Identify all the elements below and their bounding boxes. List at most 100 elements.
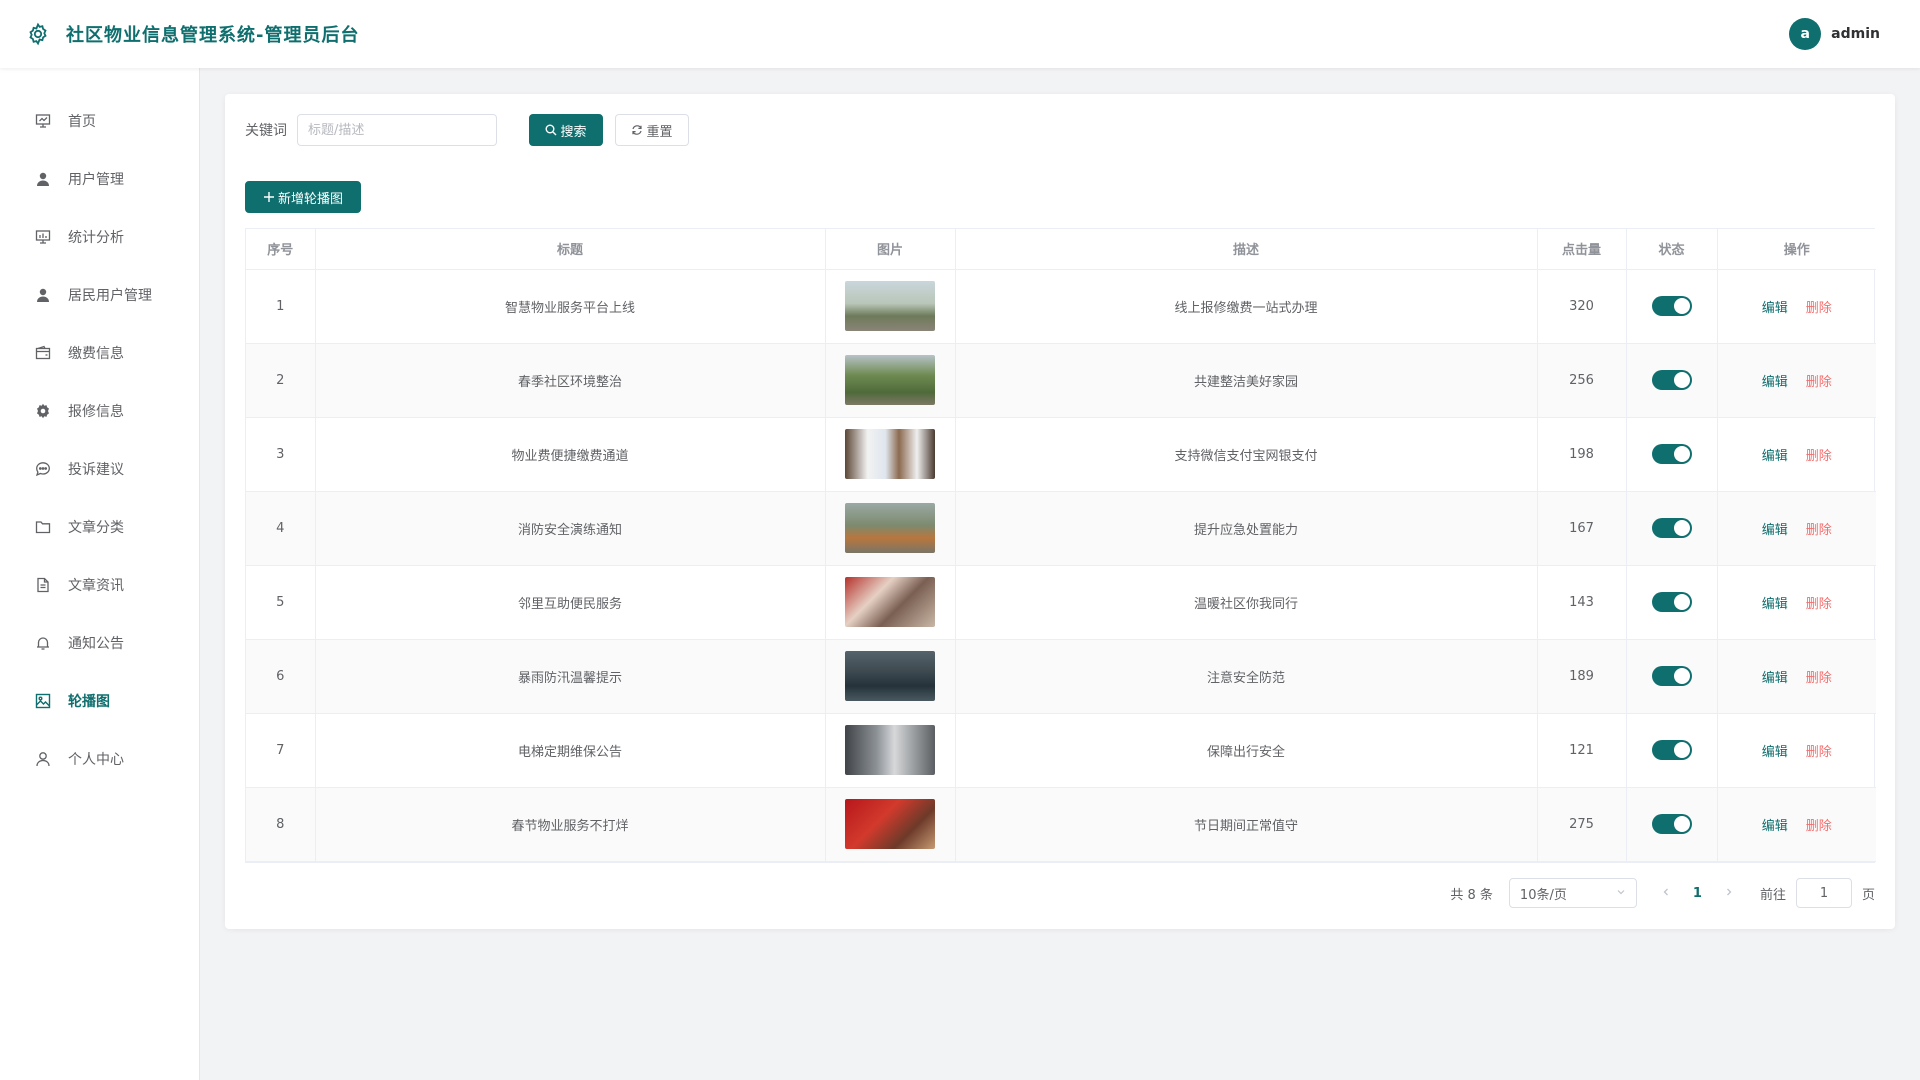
cell-actions: 编辑 删除 xyxy=(1717,787,1876,862)
delete-link[interactable]: 删除 xyxy=(1806,449,1832,464)
column-header: 标题 xyxy=(315,229,826,270)
table-row: 2 春季社区环境整治 共建整洁美好家园 256 编辑 删除 xyxy=(246,343,1876,418)
sidebar-item-label: 缴费信息 xyxy=(68,346,124,362)
toggle-knob xyxy=(1673,446,1690,462)
sidebar-item-carousel[interactable]: 轮播图 xyxy=(0,672,199,730)
page-size-value: 10条/页 xyxy=(1519,887,1567,903)
sidebar-item-payments[interactable]: 缴费信息 xyxy=(0,324,199,382)
edit-link[interactable]: 编辑 xyxy=(1762,597,1788,612)
cell-status xyxy=(1626,713,1718,788)
cell-image xyxy=(825,565,956,640)
sidebar-item-profile[interactable]: 个人中心 xyxy=(0,730,199,788)
cell-status xyxy=(1626,269,1718,344)
sidebar-item-repairs[interactable]: 报修信息 xyxy=(0,382,199,440)
cell-status xyxy=(1626,639,1718,714)
cell-description: 温暖社区你我同行 xyxy=(955,565,1538,640)
keyword-input[interactable] xyxy=(297,114,497,146)
cell-image xyxy=(825,343,956,418)
edit-link[interactable]: 编辑 xyxy=(1762,449,1788,464)
cell-clicks: 143 xyxy=(1537,565,1627,640)
sidebar-item-articles[interactable]: 文章资讯 xyxy=(0,556,199,614)
edit-link[interactable]: 编辑 xyxy=(1762,671,1788,686)
table-row: 7 电梯定期维保公告 保障出行安全 121 编辑 删除 xyxy=(246,713,1876,788)
sidebar-item-label: 文章分类 xyxy=(68,520,124,536)
cell-index: 1 xyxy=(246,269,316,344)
table-header-row: 序号 标题 图片 描述 点击量 状态 操作 xyxy=(246,229,1876,270)
folder-icon xyxy=(34,518,52,536)
delete-link[interactable]: 删除 xyxy=(1806,745,1832,760)
cell-title: 春季社区环境整治 xyxy=(315,343,826,418)
carousel-thumbnail[interactable] xyxy=(845,651,935,701)
status-toggle[interactable] xyxy=(1651,296,1692,316)
plus-icon xyxy=(263,191,275,203)
search-icon xyxy=(545,124,557,136)
sidebar-item-label: 首页 xyxy=(68,114,96,130)
sidebar-item-complaints[interactable]: 投诉建议 xyxy=(0,440,199,498)
user-menu[interactable]: a admin xyxy=(1789,18,1880,50)
sidebar-item-home[interactable]: 首页 xyxy=(0,92,199,150)
search-bar: 关键词 搜索 重置 xyxy=(245,114,689,146)
status-toggle[interactable] xyxy=(1651,740,1692,760)
edit-link[interactable]: 编辑 xyxy=(1762,375,1788,390)
status-toggle[interactable] xyxy=(1651,444,1692,464)
cell-index: 5 xyxy=(246,565,316,640)
chevron-down-icon xyxy=(1616,886,1626,901)
reset-button[interactable]: 重置 xyxy=(615,114,689,146)
carousel-thumbnail[interactable] xyxy=(845,799,935,849)
page-number[interactable]: 1 xyxy=(1693,886,1702,901)
chevron-left-icon xyxy=(1663,888,1668,896)
search-button[interactable]: 搜索 xyxy=(529,114,603,146)
sidebar-item-residents[interactable]: 居民用户管理 xyxy=(0,266,199,324)
goto-page-input[interactable] xyxy=(1795,878,1852,908)
avatar[interactable]: a xyxy=(1789,18,1822,50)
toggle-knob xyxy=(1673,372,1690,388)
delete-link[interactable]: 删除 xyxy=(1806,523,1832,538)
cell-actions: 编辑 删除 xyxy=(1717,269,1876,344)
cell-image xyxy=(825,491,956,566)
delete-link[interactable]: 删除 xyxy=(1806,301,1832,316)
carousel-thumbnail[interactable] xyxy=(845,503,935,553)
sidebar-item-users[interactable]: 用户管理 xyxy=(0,150,199,208)
cell-actions: 编辑 删除 xyxy=(1717,713,1876,788)
status-toggle[interactable] xyxy=(1651,370,1692,390)
prev-page-button[interactable] xyxy=(1661,885,1671,901)
cell-index: 4 xyxy=(246,491,316,566)
page-size-select[interactable]: 10条/页 xyxy=(1508,878,1637,908)
column-header: 序号 xyxy=(246,229,316,270)
status-toggle[interactable] xyxy=(1651,518,1692,538)
status-toggle[interactable] xyxy=(1651,592,1692,612)
status-toggle[interactable] xyxy=(1651,666,1692,686)
gear-icon xyxy=(24,20,52,48)
toggle-knob xyxy=(1673,742,1690,758)
cell-actions: 编辑 删除 xyxy=(1717,565,1876,640)
carousel-thumbnail[interactable] xyxy=(845,725,935,775)
edit-link[interactable]: 编辑 xyxy=(1762,745,1788,760)
cell-description: 共建整洁美好家园 xyxy=(955,343,1538,418)
carousel-thumbnail[interactable] xyxy=(845,429,935,479)
sidebar-item-article-categories[interactable]: 文章分类 xyxy=(0,498,199,556)
sidebar-item-statistics[interactable]: 统计分析 xyxy=(0,208,199,266)
toggle-knob xyxy=(1673,668,1690,684)
page-suffix: 页 xyxy=(1861,887,1875,903)
cell-clicks: 121 xyxy=(1537,713,1627,788)
username[interactable]: admin xyxy=(1831,26,1880,42)
cell-image xyxy=(825,269,956,344)
carousel-thumbnail[interactable] xyxy=(845,281,935,331)
delete-link[interactable]: 删除 xyxy=(1806,819,1832,834)
delete-link[interactable]: 删除 xyxy=(1806,375,1832,390)
add-carousel-button[interactable]: 新增轮播图 xyxy=(245,181,361,213)
carousel-thumbnail[interactable] xyxy=(845,355,935,405)
edit-link[interactable]: 编辑 xyxy=(1762,523,1788,538)
next-page-button[interactable] xyxy=(1724,885,1734,901)
edit-link[interactable]: 编辑 xyxy=(1762,819,1788,834)
cell-index: 2 xyxy=(246,343,316,418)
cell-description: 线上报修缴费一站式办理 xyxy=(955,269,1538,344)
delete-link[interactable]: 删除 xyxy=(1806,671,1832,686)
edit-link[interactable]: 编辑 xyxy=(1762,301,1788,316)
sidebar-item-notices[interactable]: 通知公告 xyxy=(0,614,199,672)
status-toggle[interactable] xyxy=(1651,814,1692,834)
delete-link[interactable]: 删除 xyxy=(1806,597,1832,612)
total-count: 共 8 条 xyxy=(1450,887,1493,903)
toggle-knob xyxy=(1673,594,1690,610)
carousel-thumbnail[interactable] xyxy=(845,577,935,627)
